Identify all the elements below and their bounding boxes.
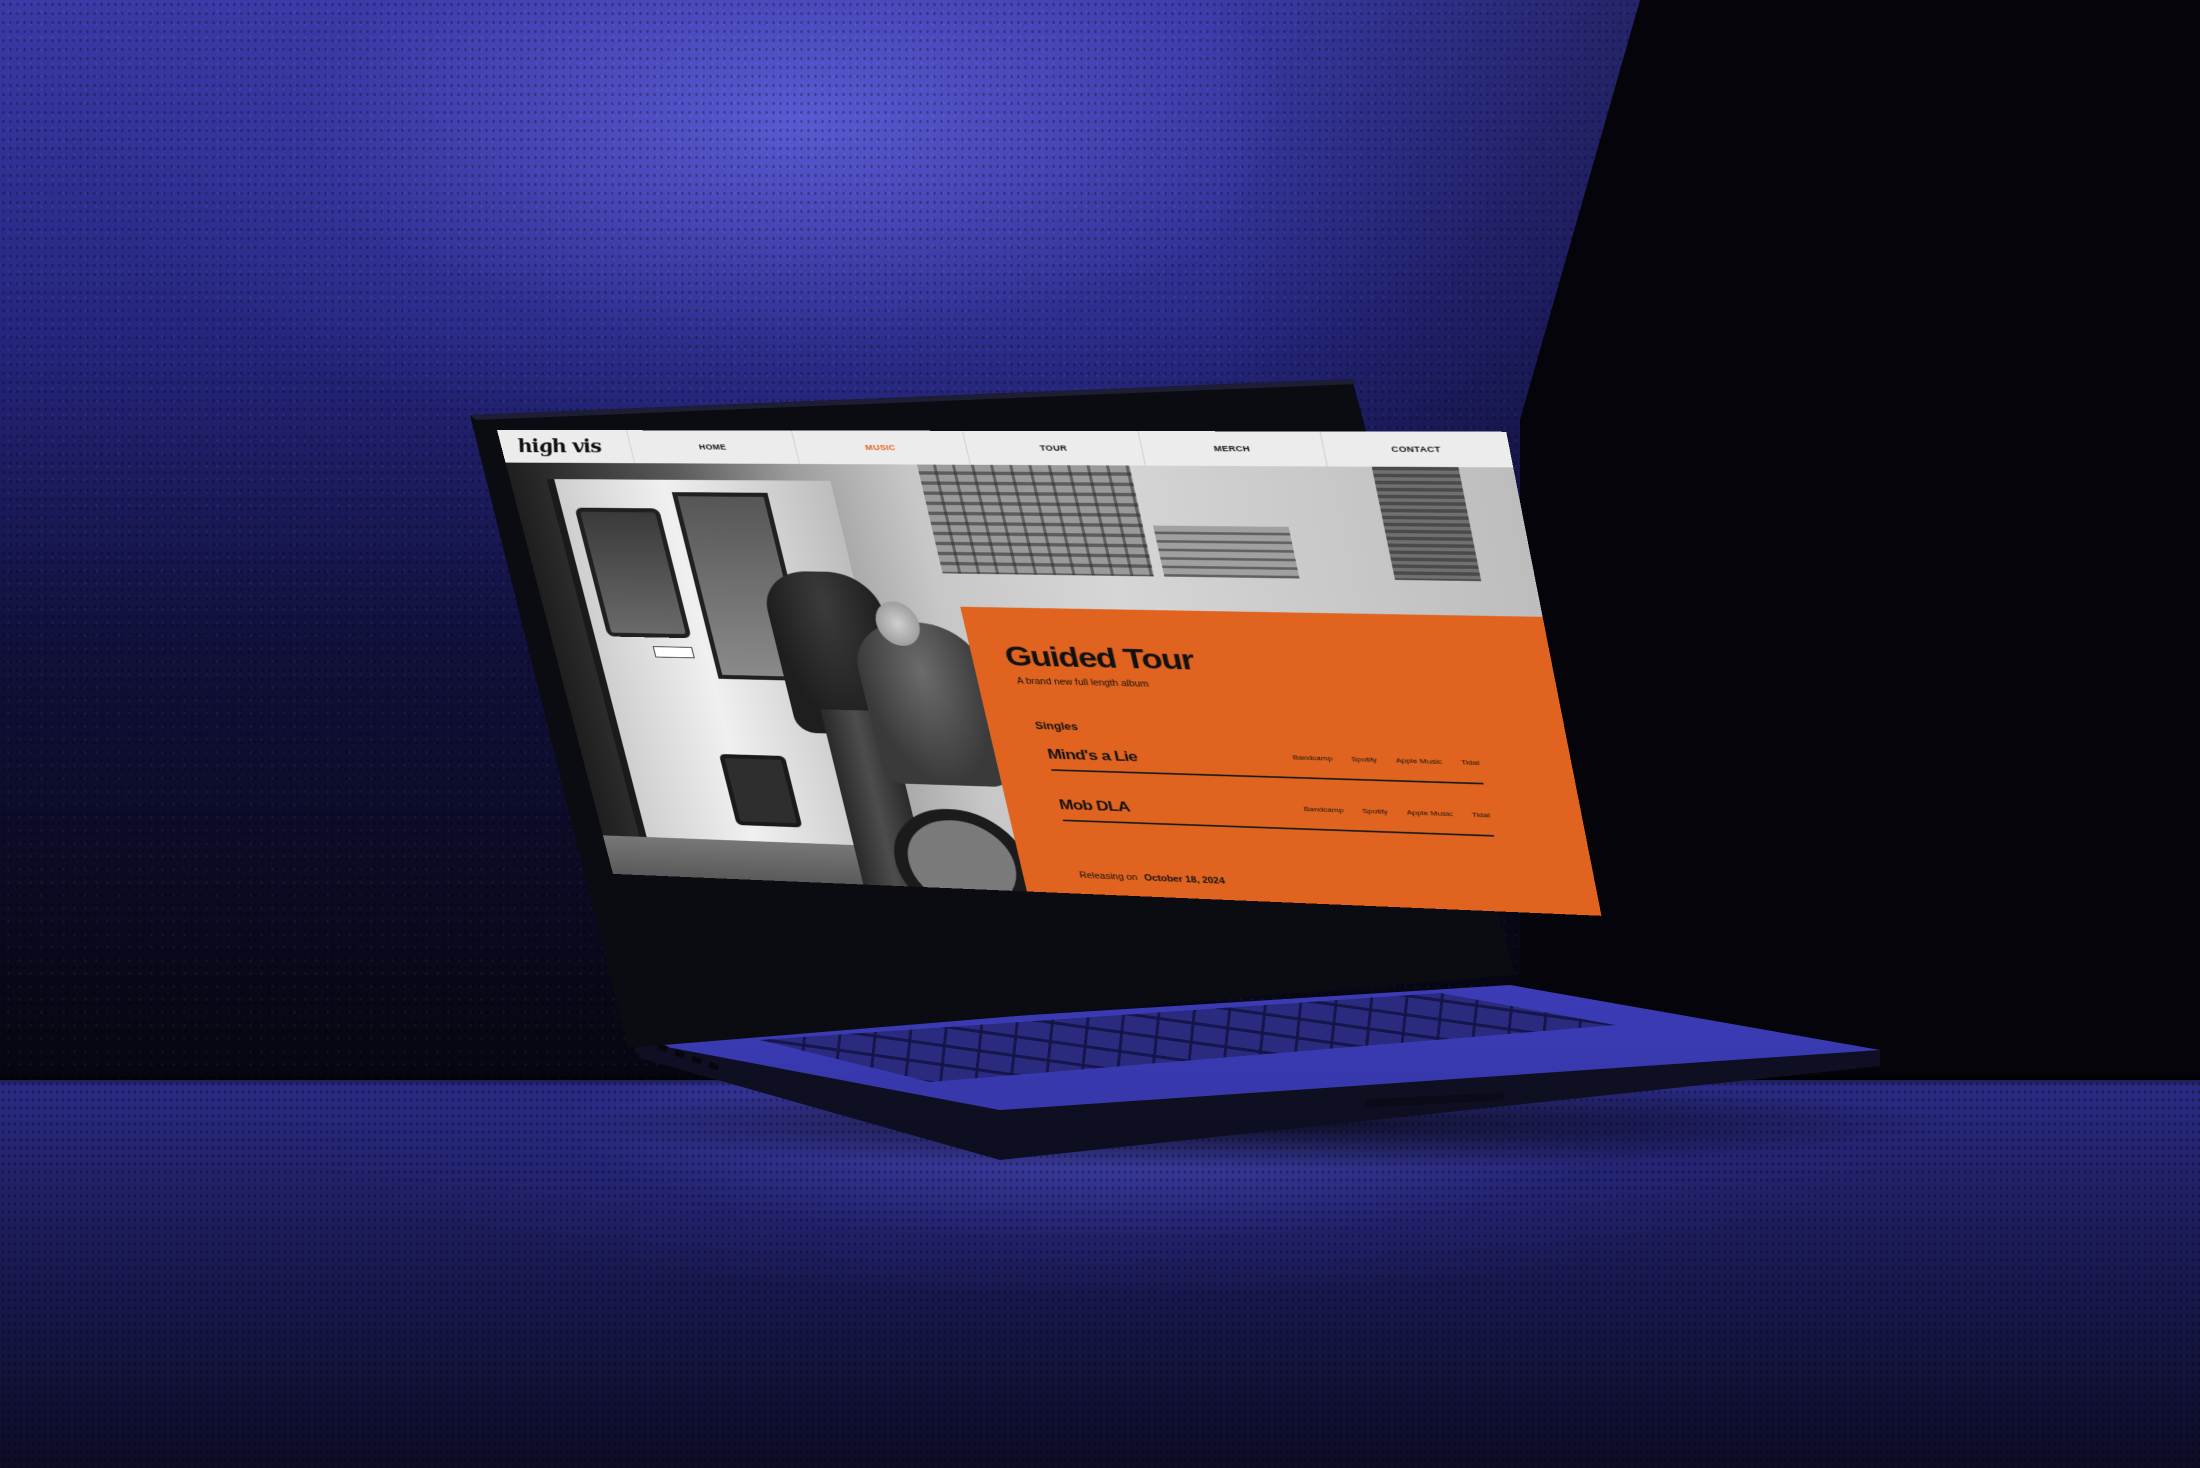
nav-contact[interactable]: CONTACT <box>1319 431 1514 468</box>
nav-music[interactable]: MUSIC <box>791 430 970 465</box>
site-logo[interactable]: high vis <box>498 436 632 458</box>
nav-tour[interactable]: TOUR <box>961 430 1146 466</box>
release-date: October 18, 2024 <box>1143 873 1226 887</box>
single-row: Mind's a Lie Bandcamp Spotify Apple Musi… <box>1044 741 1484 785</box>
streaming-links: Bandcamp Spotify Apple Music Tidal <box>1303 805 1491 819</box>
streaming-links: Bandcamp Spotify Apple Music Tidal <box>1292 754 1480 767</box>
nav-merch[interactable]: MERCH <box>1137 431 1327 467</box>
bandcamp-link[interactable]: Bandcamp <box>1303 805 1344 814</box>
release-info: Releasing on October 18, 2024 <box>1079 871 1226 886</box>
room-corner <box>1520 0 2200 1090</box>
single-title: Mob DLA <box>1057 796 1132 815</box>
bandcamp-link[interactable]: Bandcamp <box>1292 754 1333 763</box>
apple-music-link[interactable]: Apple Music <box>1406 809 1454 818</box>
hero-photo: Guided Tour A brand new full length albu… <box>505 462 1602 916</box>
apple-music-link[interactable]: Apple Music <box>1395 757 1443 766</box>
single-row: Mob DLA Bandcamp Spotify Apple Music Tid… <box>1056 791 1495 837</box>
tidal-link[interactable]: Tidal <box>1471 811 1491 819</box>
laptop-screen: high vis HOME MUSIC TOUR MERCH CONTACT G… <box>497 430 1602 916</box>
photo-tower-block <box>916 464 1155 577</box>
album-subtitle: A brand new full length album <box>1016 676 1150 690</box>
release-prefix: Releasing on <box>1078 871 1139 883</box>
spotify-link[interactable]: Spotify <box>1350 755 1377 763</box>
tidal-link[interactable]: Tidal <box>1460 759 1480 767</box>
photo-tower-block-2 <box>1153 525 1300 579</box>
singles-heading: Singles <box>1033 719 1080 733</box>
nav-home[interactable]: HOME <box>625 430 800 464</box>
photo-van-sign <box>652 646 695 659</box>
spotify-link[interactable]: Spotify <box>1361 807 1388 815</box>
photo-brick-building <box>1371 466 1482 582</box>
single-title: Mind's a Lie <box>1045 746 1139 765</box>
album-title: Guided Tour <box>1001 640 1197 677</box>
album-card: Guided Tour A brand new full length albu… <box>960 606 1602 916</box>
